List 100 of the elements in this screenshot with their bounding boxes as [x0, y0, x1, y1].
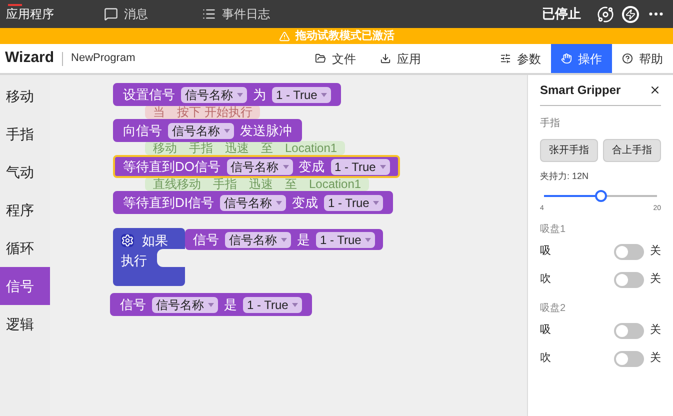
toggle-switch[interactable] — [614, 322, 644, 338]
caret-icon — [365, 238, 372, 242]
caret-icon — [373, 200, 380, 204]
dropdown[interactable]: 信号名称 — [226, 158, 292, 174]
dropdown[interactable]: 1 - True — [324, 194, 384, 210]
toolbar-tab[interactable]: 帮助 — [612, 44, 673, 73]
faded-label: 至 — [285, 177, 297, 191]
toggle-label: 吸 — [540, 244, 552, 260]
caret-icon — [292, 302, 298, 306]
code-block[interactable]: 等待直到DO信号 信号名称 变成 1 - True — [113, 155, 400, 178]
chat-icon — [104, 7, 118, 21]
block-label: 信号 — [193, 230, 219, 249]
block-label: 向信号 — [123, 122, 162, 140]
block-label: 发送脉冲 — [240, 122, 292, 140]
code-block[interactable]: 信号 信号名称 是 1 - True — [110, 293, 312, 316]
toggle-switch[interactable] — [614, 272, 644, 288]
caret-icon — [224, 128, 230, 132]
faded-label: Location1 — [285, 141, 338, 155]
faded-label: 至 — [261, 141, 273, 155]
code-block[interactable]: 设置信号 信号名称 为 1 - True — [113, 83, 342, 106]
dropdown[interactable]: 信号名称 — [220, 194, 286, 210]
caret-icon — [321, 92, 328, 96]
warning-icon — [278, 30, 290, 42]
top-tab[interactable]: 应用程序 — [4, 0, 104, 28]
toggle-label: 吸 — [540, 323, 552, 338]
faded-label: 移动 — [153, 141, 177, 155]
dropdown[interactable]: 信号名称 — [225, 232, 291, 248]
section-label: 手指 — [540, 116, 561, 131]
code-block[interactable]: 等待直到DI信号 信号名称 变成 1 - True — [113, 191, 394, 214]
faded-label: 直线移动 — [153, 177, 201, 191]
group-label: 吸盘2 — [540, 302, 567, 316]
code-block[interactable]: 向信号 信号名称 发送脉冲 — [113, 119, 302, 142]
download-icon — [380, 53, 392, 64]
dropdown[interactable]: 1 - True — [243, 296, 302, 312]
top-tab[interactable]: 事件日志 — [202, 0, 322, 28]
block-label: 为 — [253, 86, 266, 104]
caret-icon — [282, 164, 288, 168]
toggle-switch[interactable] — [614, 244, 644, 260]
faded-label: 手指 — [189, 141, 213, 155]
dropdown[interactable]: 1 - True — [330, 158, 390, 174]
lightning-icon[interactable] — [622, 6, 639, 22]
faded-label: 手指 — [213, 177, 237, 191]
hand-icon — [561, 53, 572, 64]
toggle-state: 关 — [650, 350, 661, 366]
block-label: 执行 — [121, 252, 147, 270]
force-slider[interactable] — [544, 190, 657, 202]
program-name: NewProgram — [71, 51, 136, 66]
toggle-state: 关 — [650, 272, 661, 288]
dropdown[interactable]: 信号名称 — [168, 122, 234, 138]
category-tab[interactable]: 移动 — [0, 77, 50, 115]
category-tab[interactable]: 程序 — [0, 191, 50, 229]
category-tab[interactable]: 逻辑 — [0, 305, 50, 343]
toggle-switch[interactable] — [614, 350, 644, 366]
caret-icon — [281, 238, 287, 242]
top-tab[interactable]: 消息 — [104, 0, 202, 28]
toolbar-button[interactable]: 文件 — [315, 50, 356, 68]
faded-label: 当 — [153, 105, 165, 119]
gear-icon — [121, 234, 134, 248]
category-tab[interactable]: 循环 — [0, 229, 50, 267]
block-label: 是 — [297, 230, 310, 249]
sliders-icon — [500, 53, 511, 64]
block-label: 等待直到DI信号 — [123, 194, 214, 212]
folder-icon — [315, 53, 326, 64]
toggle-state: 关 — [650, 244, 661, 260]
list-icon — [202, 7, 216, 21]
close-icon[interactable] — [649, 84, 661, 96]
dropdown[interactable]: 信号名称 — [181, 86, 247, 102]
block-label: 变成 — [292, 194, 318, 212]
category-tab[interactable]: 手指 — [0, 115, 50, 153]
group-label: 吸盘1 — [540, 223, 567, 237]
condition-block[interactable]: 信号 信号名称 是 1 - True — [185, 229, 384, 250]
block-label: 信号 — [120, 296, 146, 314]
panel-title: Smart Gripper — [540, 82, 621, 99]
block-label: 如果 — [142, 232, 168, 250]
gripper-button[interactable]: 张开手指 — [540, 139, 598, 162]
force-label: 夹持力: 12N — [540, 170, 590, 183]
dropdown[interactable]: 1 - True — [316, 232, 376, 248]
swirl-icon[interactable] — [597, 6, 614, 22]
faded-label: 迅速 — [225, 141, 249, 155]
faded-label: 迅速 — [249, 177, 273, 191]
toolbar-tab[interactable]: 参数 — [490, 44, 551, 73]
faded-label: 按下 开始执行 — [177, 105, 252, 119]
toolbar-tab[interactable]: 操作 — [551, 44, 612, 73]
toggle-state: 关 — [650, 322, 661, 338]
banner-text: 拖动试教模式已激活 — [296, 28, 394, 44]
block-label: 变成 — [298, 158, 324, 176]
category-tab[interactable]: 信号 — [0, 267, 50, 305]
dropdown[interactable]: 信号名称 — [152, 296, 218, 312]
toolbar-button[interactable]: 应用 — [380, 50, 422, 68]
caret-icon — [276, 200, 282, 204]
caret-icon — [380, 164, 386, 168]
block-label: 设置信号 — [123, 86, 175, 104]
caret-icon — [237, 92, 243, 96]
if-block[interactable]: 如果 执行 — [113, 228, 185, 286]
toggle-label: 吹 — [540, 272, 552, 288]
robot-status: 已停止 — [542, 5, 581, 24]
category-tab[interactable]: 气动 — [0, 153, 50, 191]
dropdown[interactable]: 1 - True — [272, 86, 332, 102]
gripper-button[interactable]: 合上手指 — [603, 139, 661, 162]
app-title: Wizard — [4, 48, 54, 68]
